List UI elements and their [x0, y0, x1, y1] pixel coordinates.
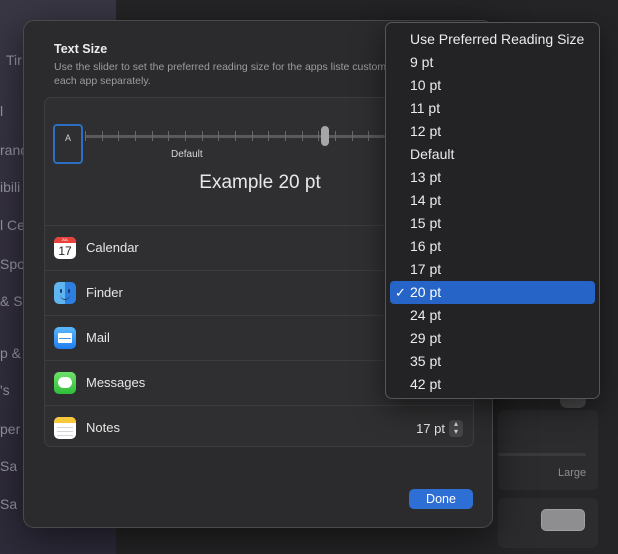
menu-item-label: 16 pt: [410, 238, 442, 254]
menu-item[interactable]: 35 pt: [390, 350, 595, 373]
slider-tick: [368, 131, 370, 141]
menu-item-label: 9 pt: [410, 54, 434, 70]
sidebar-fragment: Sa: [0, 496, 18, 512]
messages-icon: [54, 372, 76, 394]
sidebar-fragment: ibili: [0, 179, 21, 195]
background-large-label: Large: [558, 467, 587, 479]
menu-item[interactable]: 14 pt: [390, 189, 595, 212]
notes-size-value[interactable]: 17 pt: [416, 421, 445, 436]
menu-item-label: 15 pt: [410, 215, 442, 231]
finder-icon: [54, 282, 76, 304]
slider-tick: [335, 131, 336, 141]
slider-tick: [135, 131, 136, 141]
menu-item-label: 17 pt: [410, 261, 442, 277]
slider-default-label: Default: [171, 149, 203, 160]
slider-tick: [318, 131, 320, 141]
menu-item[interactable]: 29 pt: [390, 327, 595, 350]
slider-thumb[interactable]: [321, 126, 329, 146]
sidebar-fragment: Sa: [0, 458, 18, 474]
background-slider-track[interactable]: [498, 453, 586, 456]
menu-item[interactable]: 42 pt: [390, 373, 595, 396]
slider-tick: [268, 131, 270, 141]
slider-tick: [201, 131, 203, 141]
app-name: Messages: [86, 375, 146, 390]
sheet-title: Text Size: [54, 42, 108, 56]
slider-tick: [168, 131, 170, 141]
menu-item-label: 13 pt: [410, 169, 442, 185]
slider-tick: [351, 131, 353, 141]
menu-item-label: Use Preferred Reading Size: [410, 31, 585, 47]
slider-min-icon: A: [53, 124, 83, 164]
slider-tick: [151, 131, 153, 141]
menu-item-label: 11 pt: [410, 100, 441, 116]
menu-item[interactable]: 15 pt: [390, 212, 595, 235]
menu-item-label: 20 pt: [410, 284, 442, 300]
sidebar-fragment: l: [0, 103, 4, 119]
menu-item[interactable]: 17 pt: [390, 258, 595, 281]
slider-tick: [235, 131, 236, 141]
slider-tick: [101, 131, 103, 141]
sidebar-fragment: per: [0, 421, 21, 437]
menu-item-label: 10 pt: [410, 77, 442, 93]
checkmark-icon: ✓: [395, 285, 406, 300]
app-name: Mail: [86, 330, 110, 345]
menu-item-label: 24 pt: [410, 307, 442, 323]
background-color-swatch[interactable]: [541, 509, 585, 531]
menu-item-label: 42 pt: [410, 376, 442, 392]
menu-item[interactable]: 13 pt: [390, 166, 595, 189]
menu-item[interactable]: Use Preferred Reading Size: [390, 28, 595, 51]
menu-item-label: 29 pt: [410, 330, 442, 346]
app-name: Notes: [86, 420, 120, 435]
sidebar-fragment: l Ce: [0, 217, 25, 233]
slider-tick: [218, 131, 220, 141]
menu-item[interactable]: 12 pt: [390, 120, 595, 143]
app-name: Finder: [86, 285, 123, 300]
slider-tick: [85, 131, 86, 141]
menu-item[interactable]: ✓ 20 pt: [390, 281, 595, 304]
menu-item[interactable]: 11 pt: [390, 97, 595, 120]
menu-item[interactable]: Default: [390, 143, 595, 166]
menu-item-label: Default: [410, 146, 455, 162]
sidebar-fragment: & S: [0, 293, 23, 309]
sheet-description: Use the slider to set the preferred read…: [54, 61, 400, 87]
menu-item[interactable]: 9 pt: [390, 51, 595, 74]
done-button[interactable]: Done: [409, 489, 473, 509]
menu-item-label: 35 pt: [410, 353, 442, 369]
menu-item-label: 14 pt: [410, 192, 442, 208]
slider-tick: [251, 131, 253, 141]
mail-icon: [54, 327, 76, 349]
up-down-chevron-icon[interactable]: ▴ ▾: [449, 420, 463, 437]
text-size-dropdown-menu: Use Preferred Reading Size 9 pt 10 pt 11 pt…: [385, 22, 600, 399]
app-name: Calendar: [86, 240, 139, 255]
menu-item-label: 12 pt: [410, 123, 442, 139]
menu-item[interactable]: 16 pt: [390, 235, 595, 258]
sidebar-fragment: 's: [0, 382, 10, 398]
app-row-notes[interactable]: Notes 17 pt ▴ ▾: [45, 405, 473, 446]
slider-tick: [185, 131, 186, 141]
sidebar-fragment: Tir: [6, 52, 22, 68]
slider-tick: [301, 131, 303, 141]
menu-item[interactable]: 24 pt: [390, 304, 595, 327]
menu-item[interactable]: 10 pt: [390, 74, 595, 97]
notes-icon: [54, 417, 76, 439]
sidebar-fragment: p &: [0, 345, 22, 361]
calendar-icon: JUL 17: [54, 237, 76, 259]
slider-tick: [285, 131, 286, 141]
slider-tick: [118, 131, 120, 141]
